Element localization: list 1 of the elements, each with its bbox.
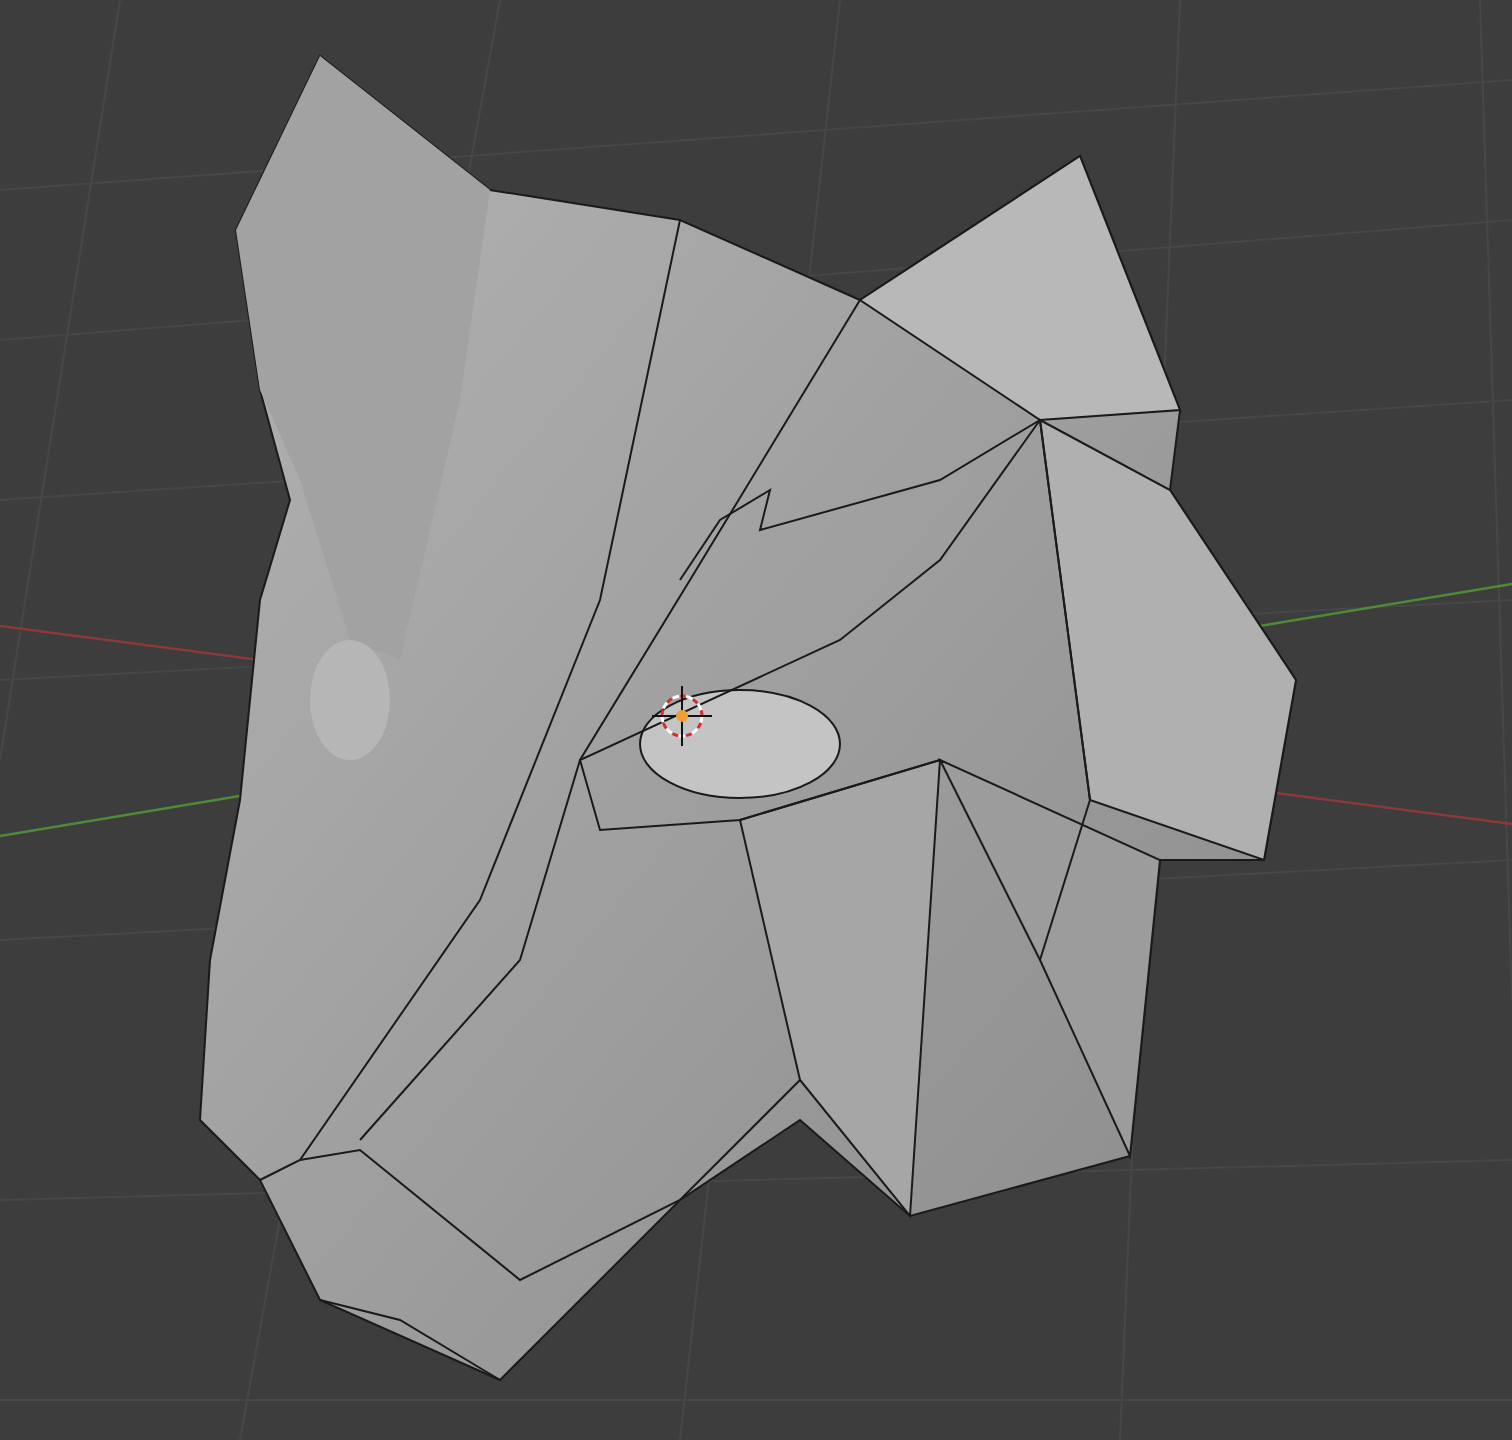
3d-cursor-icon	[651, 685, 713, 747]
